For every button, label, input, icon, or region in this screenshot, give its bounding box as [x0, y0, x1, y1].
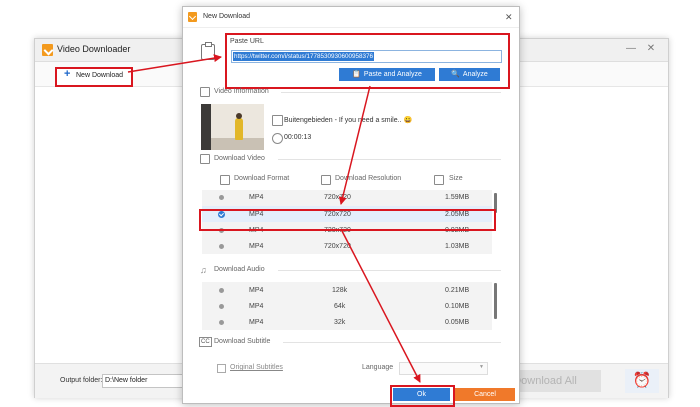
language-label: Language: [362, 364, 394, 371]
row-format: MP4: [249, 243, 264, 250]
original-subtitles-label[interactable]: Original Subtitles: [230, 364, 283, 371]
download-subtitle-label: Download Subtitle: [214, 338, 271, 345]
closed-caption-icon: CC: [199, 337, 212, 347]
section-divider: [278, 159, 501, 160]
audio-format-row[interactable]: MP4 64k 0.10MB: [202, 298, 492, 314]
section-divider: [278, 270, 501, 271]
video-duration: 00:00:13: [284, 134, 312, 141]
row-format: MP4: [249, 303, 264, 310]
language-select[interactable]: [399, 362, 488, 375]
row-resolution: 720x720: [324, 243, 351, 250]
minimize-icon[interactable]: —: [624, 42, 638, 56]
music-note-icon: ♫: [200, 265, 207, 275]
new-download-label: New Download: [76, 72, 124, 79]
radio-button[interactable]: [219, 244, 224, 249]
plus-icon: +: [64, 68, 71, 80]
format-header: Download Format: [234, 175, 290, 182]
row-bitrate: 128k: [332, 287, 348, 294]
download-logo-icon: [188, 12, 197, 22]
url-input-value: https://twitter.com/i/status/17785309306…: [233, 52, 374, 61]
format-icon: [220, 175, 230, 185]
new-download-button[interactable]: + New Download: [55, 67, 133, 87]
section-divider: [281, 92, 501, 93]
download-logo-icon: [42, 44, 53, 56]
analyze-button[interactable]: 🔍 Analyze: [439, 68, 500, 81]
row-resolution: 720x720: [324, 194, 351, 201]
row-size: 0.10MB: [445, 303, 470, 310]
row-bitrate: 32k: [334, 319, 346, 326]
output-folder-input[interactable]: D:\New folder: [102, 374, 186, 388]
row-size: 0.05MB: [445, 319, 470, 326]
app-title: Video Downloader: [57, 44, 131, 54]
video-information-label: Video Information: [214, 88, 269, 95]
size-header: Size: [449, 175, 463, 182]
analyze-label: Analyze: [462, 71, 488, 78]
clock-icon: [272, 133, 283, 144]
video-format-row[interactable]: MP4 720x720 1.59MB: [202, 190, 492, 206]
cancel-button[interactable]: Cancel: [455, 388, 515, 401]
section-divider: [283, 342, 501, 343]
close-icon[interactable]: ✕: [644, 42, 658, 56]
paste-icon: 📋: [352, 71, 361, 78]
row-size: 1.03MB: [445, 243, 470, 250]
audio-format-row[interactable]: MP4 128k 0.21MB: [202, 282, 492, 298]
chevron-down-icon: ▼: [479, 364, 484, 370]
selected-row-highlight-box: [199, 209, 496, 231]
alarm-clock-icon[interactable]: ⏰: [625, 369, 659, 393]
dialog-title: New Download: [203, 13, 251, 20]
paste-url-label: Paste URL: [230, 38, 264, 45]
radio-button[interactable]: [219, 320, 224, 325]
clipboard-icon: [201, 42, 215, 60]
paste-and-analyze-button[interactable]: 📋 Paste and Analyze: [339, 68, 435, 81]
video-icon: [200, 154, 210, 164]
audio-format-row[interactable]: MP4 32k 0.05MB: [202, 314, 492, 330]
dialog-titlebar: New Download ✕: [183, 7, 519, 28]
resolution-header: Download Resolution: [335, 175, 402, 182]
download-video-label: Download Video: [214, 155, 265, 162]
url-input[interactable]: https://twitter.com/i/status/17785309306…: [231, 50, 502, 63]
radio-button[interactable]: [219, 288, 224, 293]
dialog-close-icon[interactable]: ✕: [505, 12, 513, 23]
row-size: 1.59MB: [445, 194, 470, 201]
radio-button[interactable]: [219, 195, 224, 200]
video-thumbnail: [201, 104, 264, 150]
size-icon: [434, 175, 444, 185]
row-bitrate: 64k: [334, 303, 346, 310]
paste-and-analyze-label: Paste and Analyze: [363, 71, 422, 78]
video-format-row[interactable]: MP4 720x720 1.03MB: [202, 238, 492, 254]
audio-list-scrollbar[interactable]: [494, 283, 497, 319]
download-audio-label: Download Audio: [214, 266, 265, 273]
row-size: 0.21MB: [445, 287, 470, 294]
resolution-icon: [321, 175, 331, 185]
radio-button[interactable]: [219, 304, 224, 309]
new-download-dialog: New Download ✕ Paste URL https://twitter…: [182, 6, 520, 407]
video-file-icon: [272, 115, 283, 126]
output-folder-label: Output folder:: [60, 377, 103, 384]
original-subtitles-checkbox[interactable]: [217, 364, 226, 373]
search-icon: 🔍: [451, 71, 460, 78]
row-format: MP4: [249, 319, 264, 326]
video-title: Buitengebieden - If you need a smile.. 😀: [284, 117, 413, 124]
info-icon: [200, 87, 210, 97]
row-format: MP4: [249, 287, 264, 294]
ok-button[interactable]: Ok: [393, 388, 450, 401]
row-format: MP4: [249, 194, 264, 201]
